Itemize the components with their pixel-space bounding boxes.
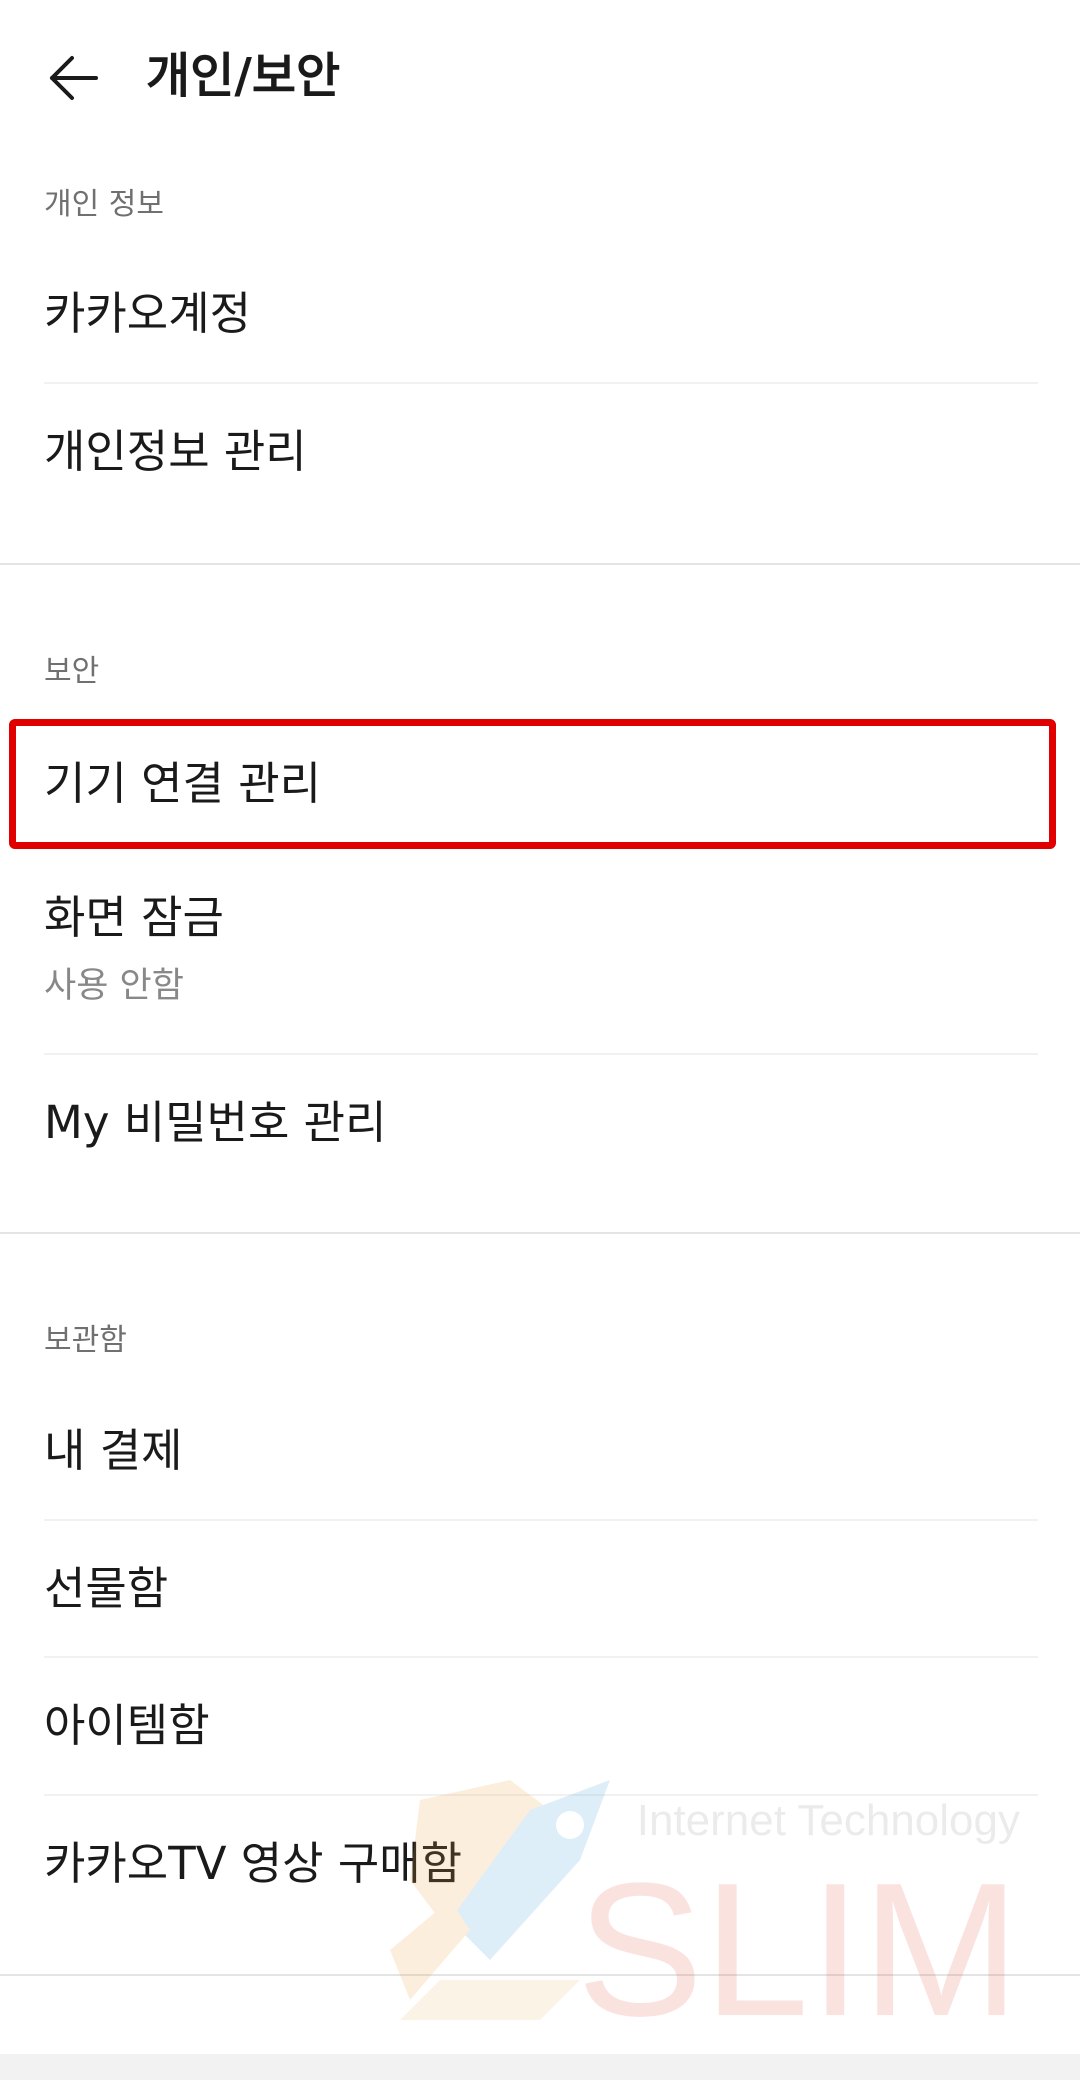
arrow-left-icon[interactable] [44,48,104,108]
menu-item-screen-lock[interactable]: 화면 잠금 사용 안함 [44,856,1038,1052]
menu-item-kakaotv-purchases[interactable]: 카카오TV 영상 구매함 [44,1796,1038,1932]
menu-item-gift-box[interactable]: 선물함 [44,1521,1038,1657]
menu-item-kakao-account[interactable]: 카카오계정 [44,246,1038,382]
menu-item-label: 개인정보 관리 [44,425,307,478]
page-title: 개인/보안 [146,48,341,104]
menu-item-privacy-management[interactable]: 개인정보 관리 [44,384,1038,520]
menu-item-item-box[interactable]: 아이템함 [44,1658,1038,1794]
section-divider [0,1974,1080,1976]
menu-item-label: 화면 잠금 [44,891,224,944]
menu-item-my-payment[interactable]: 내 결제 [44,1383,1038,1519]
menu-item-device-connection[interactable]: 기기 연결 관리 [44,716,1038,852]
menu-item-label: My 비밀번호 관리 [44,1096,387,1149]
menu-item-label: 내 결제 [44,1424,183,1477]
menu-item-label: 카카오계정 [44,287,252,340]
section-header-security: 보안 [44,654,100,689]
menu-item-label: 카카오TV 영상 구매함 [44,1837,463,1890]
menu-item-label: 아이템함 [44,1699,210,1752]
section-header-storage: 보관함 [44,1323,127,1358]
section-divider [0,1232,1080,1234]
bottom-bar [0,2054,1080,2080]
menu-item-label: 선물함 [44,1562,169,1615]
menu-item-label: 기기 연결 관리 [44,757,322,810]
section-divider [0,563,1080,565]
menu-item-my-password[interactable]: My 비밀번호 관리 [44,1055,1038,1191]
section-header-personal-info: 개인 정보 [44,187,164,222]
app-header: 개인/보안 [0,0,1080,150]
menu-item-sublabel: 사용 안함 [44,966,184,1006]
